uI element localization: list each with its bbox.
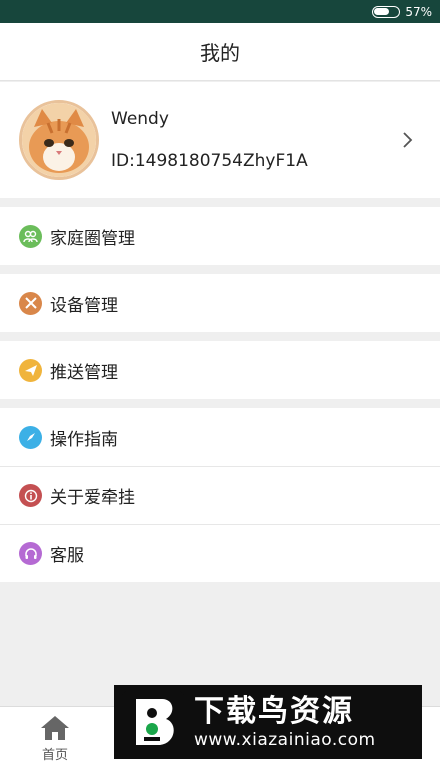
watermark-text: 下载鸟资源 www.xiazainiao.com <box>194 694 376 750</box>
profile-id: ID:1498180754ZhyF1A <box>111 151 308 171</box>
menu-item-guide[interactable]: 操作指南 <box>0 408 440 466</box>
menu-item-push[interactable]: 推送管理 <box>0 341 440 399</box>
menu-group-family: 家庭圈管理 <box>0 207 440 265</box>
menu-label-push: 推送管理 <box>50 362 118 383</box>
nav-label-home: 首页 <box>41 747 68 763</box>
menu-label-device: 设备管理 <box>50 295 118 316</box>
chevron-right-icon[interactable] <box>394 126 422 154</box>
info-icon <box>19 484 42 507</box>
nav-item-home[interactable]: 首页 <box>0 707 110 770</box>
battery-icon <box>372 5 401 18</box>
avatar <box>19 100 99 180</box>
home-icon <box>41 715 69 740</box>
menu-label-family-circle: 家庭圈管理 <box>50 228 135 249</box>
battery-percent: 57% <box>405 4 432 19</box>
status-bar: 57% <box>0 0 440 23</box>
menu-item-device[interactable]: 设备管理 <box>0 274 440 332</box>
paper-plane-icon <box>19 358 42 382</box>
menu-group-info: 操作指南 关于爱牵挂 客服 <box>0 408 440 582</box>
menu-item-family-circle[interactable]: 家庭圈管理 <box>0 207 440 265</box>
profile-name: Wendy <box>111 109 169 129</box>
menu-label-service: 客服 <box>50 546 84 566</box>
tools-icon <box>19 291 42 315</box>
profile-card[interactable]: Wendy ID:1498180754ZhyF1A <box>0 82 440 198</box>
profile-info: Wendy ID:1498180754ZhyF1A <box>111 109 394 171</box>
menu-label-about: 关于爱牵挂 <box>50 488 135 508</box>
family-icon <box>19 224 42 248</box>
menu-item-about[interactable]: 关于爱牵挂 <box>0 466 440 524</box>
watermark-banner: 下载鸟资源 www.xiazainiao.com <box>114 685 422 759</box>
title-bar: 我的 <box>0 23 440 81</box>
watermark-url: www.xiazainiao.com <box>194 730 376 750</box>
menu-label-guide: 操作指南 <box>50 429 118 450</box>
watermark-title: 下载鸟资源 <box>194 694 354 729</box>
compass-icon <box>19 425 42 449</box>
menu-item-service[interactable]: 客服 <box>0 524 440 582</box>
menu-group-push: 推送管理 <box>0 341 440 399</box>
page-title: 我的 <box>200 41 240 65</box>
headset-icon <box>19 542 42 565</box>
menu-group-device: 设备管理 <box>0 274 440 332</box>
bird-logo-icon <box>122 691 184 753</box>
